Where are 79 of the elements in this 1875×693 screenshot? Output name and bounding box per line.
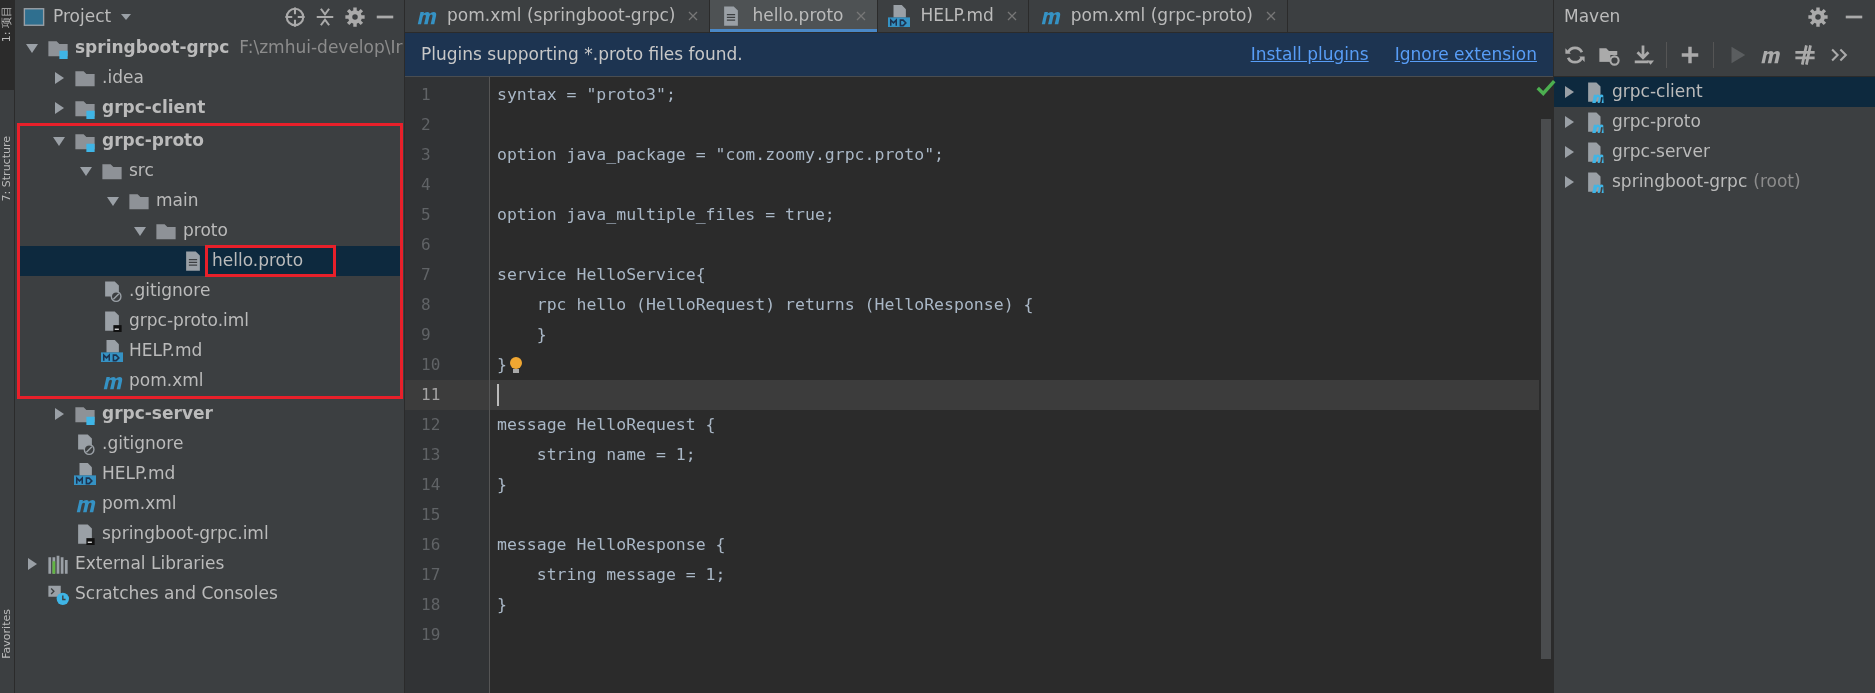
collapsed-arrow-icon[interactable]: [52, 71, 66, 85]
code-line: }: [497, 473, 507, 496]
code-line: }: [497, 353, 507, 376]
tree-item[interactable]: pom.xml: [100, 491, 179, 517]
scratches-icon: [47, 583, 69, 605]
collapsed-arrow-icon[interactable]: [52, 101, 66, 115]
scrollbar-thumb[interactable]: [1541, 119, 1551, 659]
tree-item[interactable]: .gitignore: [100, 431, 186, 457]
markdown-file-icon: [74, 463, 96, 485]
collapsed-arrow-icon[interactable]: [25, 557, 39, 571]
code-line: service HelloService{: [497, 263, 706, 286]
tree-item[interactable]: HELP.md: [100, 461, 178, 487]
close-icon[interactable]: [1005, 10, 1018, 22]
code-line: message HelloResponse {: [497, 533, 726, 556]
skip-tests-icon[interactable]: [1794, 43, 1816, 66]
tool-window-tab[interactable]: 1: 项目: [0, 0, 14, 90]
download-icon[interactable]: [1632, 43, 1654, 66]
locate-icon[interactable]: [284, 5, 306, 28]
tree-item[interactable]: External Libraries: [73, 551, 227, 577]
panel-title: Maven: [1564, 4, 1621, 28]
text-caret: [497, 384, 499, 406]
code-line: string name = 1;: [535, 443, 696, 466]
tree-item[interactable]: grpc-server: [1610, 139, 1712, 165]
code-line: }: [535, 323, 547, 346]
collapsed-arrow-icon[interactable]: [1562, 175, 1576, 189]
close-icon[interactable]: [1264, 10, 1277, 22]
check-icon: [1535, 77, 1557, 99]
root-hint: (root): [1753, 170, 1801, 194]
tool-window-tab[interactable]: Favorites: [0, 603, 14, 693]
tree-item[interactable]: springboot-grpc: [73, 35, 232, 61]
code-line: message HelloRequest {: [497, 413, 716, 436]
tree-item[interactable]: main: [154, 188, 201, 214]
tree-item[interactable]: grpc-server: [100, 401, 215, 427]
editor-tab[interactable]: pom.xml (grpc-proto): [1028, 0, 1288, 32]
code-line: rpc hello (HelloRequest) returns (HelloResponse) {: [535, 293, 1034, 316]
close-icon[interactable]: [687, 10, 700, 22]
tree-item[interactable]: .gitignore: [127, 278, 213, 304]
project-view-icon: [23, 5, 45, 28]
panel-title[interactable]: Project: [53, 3, 112, 30]
tree-item[interactable]: HELP.md: [127, 338, 205, 364]
collapse-all-icon[interactable]: [314, 5, 336, 28]
settings-icon[interactable]: [344, 5, 366, 28]
collapsed-arrow-icon[interactable]: [1562, 115, 1576, 129]
notification-text: Plugins supporting *.proto files found.: [421, 42, 743, 66]
tree-item[interactable]: grpc-proto: [100, 128, 206, 154]
expanded-arrow-icon[interactable]: [133, 224, 147, 238]
expanded-arrow-icon[interactable]: [79, 164, 93, 178]
line-number: 11: [405, 380, 489, 410]
collapsed-arrow-icon[interactable]: [52, 407, 66, 421]
code-line: option java_package = "com.zoomy.grpc.proto";: [497, 143, 945, 166]
tree-item[interactable]: proto: [181, 218, 230, 244]
path-hint: F:\zmhui-develop\Ir: [239, 36, 403, 60]
tree-item[interactable]: grpc-proto: [1610, 109, 1703, 135]
markdown-file-icon: [888, 5, 911, 27]
tree-item[interactable]: Scratches and Consoles: [73, 581, 280, 607]
expanded-arrow-icon[interactable]: [25, 41, 39, 55]
expanded-arrow-icon[interactable]: [52, 134, 66, 148]
editor-tab[interactable]: HELP.md: [878, 0, 1029, 32]
tree-item[interactable]: springboot-grpc: [1610, 169, 1750, 195]
tool-window-tab[interactable]: 7: Structure: [0, 130, 14, 220]
tree-item[interactable]: pom.xml: [127, 368, 206, 394]
editor-tab[interactable]: hello.proto: [710, 0, 879, 32]
tree-item[interactable]: .idea: [100, 65, 146, 91]
settings-icon[interactable]: [1807, 5, 1829, 28]
markdown-file-icon: [101, 340, 123, 362]
collapsed-arrow-icon[interactable]: [1562, 85, 1576, 99]
tree-item[interactable]: springboot-grpc.iml: [100, 521, 271, 547]
code-line: syntax = "proto3";: [497, 83, 676, 106]
tree-item[interactable]: grpc-client: [100, 95, 208, 121]
code-line: }: [497, 593, 507, 616]
code-line: string message = 1;: [535, 563, 726, 586]
collapsed-arrow-icon[interactable]: [1562, 145, 1576, 159]
code-line: option java_multiple_files = true;: [497, 203, 835, 226]
expanded-arrow-icon[interactable]: [106, 194, 120, 208]
tree-item[interactable]: src: [127, 158, 156, 184]
tree-item[interactable]: grpc-proto.iml: [127, 308, 252, 334]
libraries-icon: [47, 553, 69, 575]
notification-link[interactable]: Ignore extension: [1394, 41, 1537, 68]
notification-link[interactable]: Install plugins: [1250, 41, 1369, 68]
